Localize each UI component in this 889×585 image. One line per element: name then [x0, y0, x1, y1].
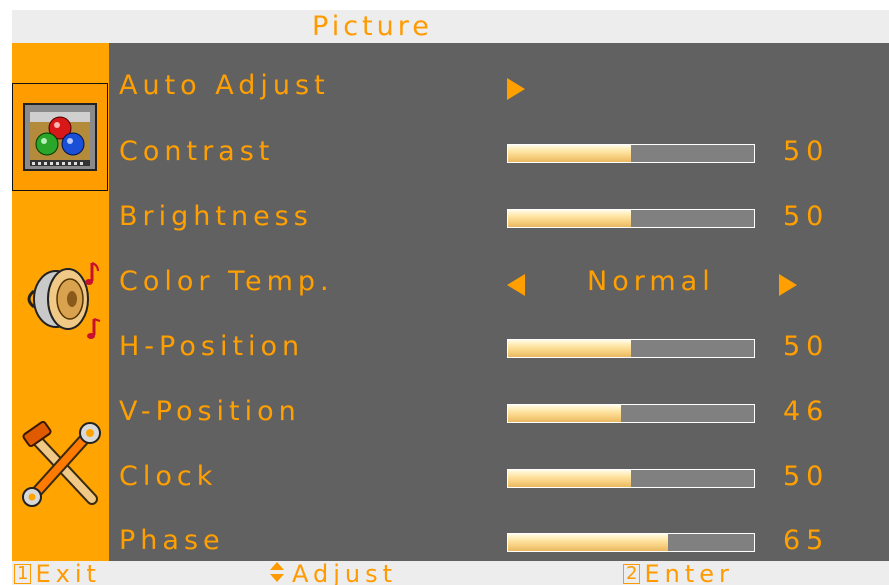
phase-value: 65	[783, 525, 830, 556]
h-position-slider[interactable]	[507, 339, 755, 358]
v-position-slider[interactable]	[507, 404, 755, 423]
enter-hint[interactable]: 2 Enter	[623, 560, 734, 585]
h-position-slider-fill	[508, 340, 631, 357]
menu-item-auto-adjust[interactable]: Auto Adjust	[109, 70, 889, 110]
brightness-value: 50	[783, 201, 830, 232]
menu-item-brightness[interactable]: Brightness 50	[109, 201, 889, 241]
contrast-value: 50	[783, 136, 830, 167]
category-sidebar	[12, 43, 109, 561]
menu-item-clock[interactable]: Clock 50	[109, 461, 889, 501]
menu-item-v-position[interactable]: V-Position 46	[109, 396, 889, 436]
clock-label: Clock	[119, 461, 218, 492]
exit-key-badge: 1	[14, 564, 32, 584]
menu-title: Picture	[312, 11, 433, 42]
enter-arrow-icon[interactable]	[507, 78, 525, 100]
title-bar: Picture	[12, 10, 889, 43]
adjust-hint-label: Adjust	[292, 560, 398, 585]
phase-label: Phase	[119, 525, 225, 556]
contrast-slider-fill	[508, 145, 631, 162]
menu-item-contrast[interactable]: Contrast 50	[109, 136, 889, 176]
color-temp-option: Normal	[587, 266, 715, 297]
up-down-arrows-icon	[270, 562, 284, 582]
contrast-label: Contrast	[119, 136, 275, 167]
contrast-slider[interactable]	[507, 144, 755, 163]
h-position-value: 50	[783, 331, 830, 362]
tools-icon[interactable]	[20, 421, 104, 511]
phase-slider-fill	[508, 534, 668, 551]
clock-slider[interactable]	[507, 469, 755, 488]
menu-item-h-position[interactable]: H-Position 50	[109, 331, 889, 371]
menu-item-phase[interactable]: Phase 65	[109, 525, 889, 565]
next-option-arrow-icon[interactable]	[779, 274, 797, 296]
exit-hint[interactable]: 1 Exit	[14, 560, 101, 585]
auto-adjust-label: Auto Adjust	[119, 70, 330, 101]
v-position-slider-fill	[508, 405, 622, 422]
menu-item-color-temp[interactable]: Color Temp. Normal	[109, 266, 889, 306]
enter-hint-label: Enter	[644, 560, 734, 585]
brightness-slider-fill	[508, 210, 631, 227]
picture-icon[interactable]	[20, 98, 100, 178]
footer-hints: 1 Exit Adjust 2 Enter	[12, 560, 889, 585]
exit-hint-label: Exit	[35, 560, 101, 585]
color-temp-label: Color Temp.	[119, 266, 334, 297]
brightness-label: Brightness	[119, 201, 313, 232]
clock-slider-fill	[508, 470, 631, 487]
enter-key-badge: 2	[623, 564, 641, 584]
h-position-label: H-Position	[119, 331, 305, 362]
v-position-label: V-Position	[119, 396, 301, 427]
settings-panel: Auto Adjust Contrast 50 Brightness 50 Co…	[109, 43, 889, 561]
audio-speaker-icon[interactable]	[20, 255, 104, 345]
brightness-slider[interactable]	[507, 209, 755, 228]
previous-option-arrow-icon[interactable]	[507, 274, 525, 296]
adjust-hint: Adjust	[270, 560, 397, 585]
phase-slider[interactable]	[507, 533, 755, 552]
v-position-value: 46	[783, 396, 830, 427]
osd-menu: Picture Auto Adjust Contrast 50 Brightne…	[0, 0, 889, 585]
clock-value: 50	[783, 461, 830, 492]
